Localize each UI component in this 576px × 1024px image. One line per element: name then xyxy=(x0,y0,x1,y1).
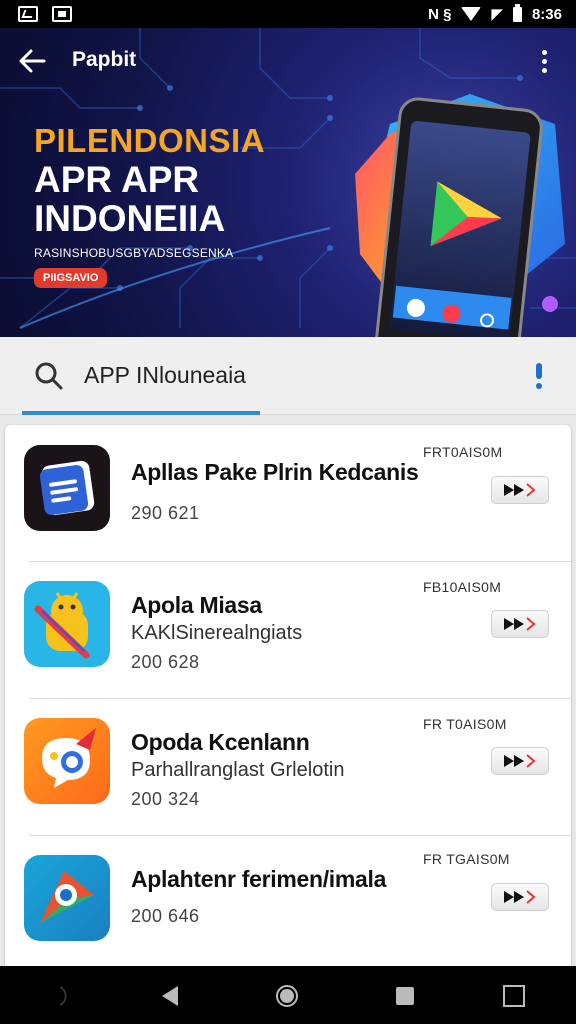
back-arrow-icon[interactable] xyxy=(18,48,46,74)
search-bar[interactable]: APP INlouneaia xyxy=(0,337,576,415)
hero-headline-2: APR APR xyxy=(34,159,200,200)
status-bar: N § ◤ 8:36 xyxy=(0,0,576,28)
back-icon[interactable] xyxy=(158,984,182,1008)
open-button[interactable] xyxy=(491,747,549,775)
app-name: Apllas Pake Plrin Kedcanis xyxy=(131,459,419,485)
app-tag: FB10AIS0M xyxy=(423,579,502,595)
system-nav-bar xyxy=(0,966,576,1024)
app-meta: 200 628 xyxy=(131,652,200,672)
list-item[interactable]: Apola Miasa KAKlSinerealngiats 200 628 F… xyxy=(5,562,571,699)
app-list: Apllas Pake Plrin Kedcanis 290 621 FRT0A… xyxy=(5,425,571,970)
fast-forward-icon xyxy=(504,617,536,631)
fast-forward-icon xyxy=(504,890,536,904)
app-subtitle: Parhallranglast Grlelotin xyxy=(131,759,345,781)
list-item[interactable]: Opoda Kcenlann Parhallranglast Grlelotin… xyxy=(5,699,571,836)
list-item[interactable]: Aplahtenr ferimen/imala 200 646 FR TGAIS… xyxy=(5,836,571,970)
app-name: Aplahtenr ferimen/imala xyxy=(131,866,387,892)
list-item[interactable]: Apllas Pake Plrin Kedcanis 290 621 FRT0A… xyxy=(5,425,571,562)
recents-icon[interactable] xyxy=(393,984,417,1008)
search-icon[interactable] xyxy=(34,361,64,391)
hero-badge[interactable]: PIIGSAVIO xyxy=(34,268,108,288)
hero-subtext: RASINSHOBUSGBYADSEGSENKA xyxy=(34,246,234,260)
android-app-icon xyxy=(24,581,110,667)
compass-app-icon xyxy=(24,855,110,941)
fast-forward-icon xyxy=(504,754,536,768)
open-button[interactable] xyxy=(491,476,549,504)
home-icon[interactable] xyxy=(275,984,299,1008)
signal-icon: ◤ xyxy=(491,6,503,23)
screenshot-icon[interactable] xyxy=(502,984,526,1008)
open-button[interactable] xyxy=(491,610,549,638)
status-right: N § ◤ 8:36 xyxy=(428,3,562,23)
app-name: Apola Miasa xyxy=(131,592,262,618)
app-meta: 290 621 xyxy=(131,503,200,523)
phone-illustration xyxy=(355,94,565,337)
chat-app-icon xyxy=(24,718,110,804)
app-subtitle: KAKlSinerealngiats xyxy=(131,622,303,644)
app-tag: FRT0AIS0M xyxy=(423,444,503,460)
app-tag: FR T0AIS0M xyxy=(423,716,507,732)
wifi-icon xyxy=(461,7,482,21)
fast-forward-icon xyxy=(504,483,536,497)
notification-icon xyxy=(18,6,38,22)
voice-search-icon[interactable] xyxy=(532,361,546,391)
app-meta: 200 646 xyxy=(131,906,200,926)
search-input[interactable]: APP INlouneaia xyxy=(84,362,246,389)
assistant-icon[interactable] xyxy=(52,984,76,1008)
app-name: Opoda Kcenlann xyxy=(131,729,310,755)
document-app-icon xyxy=(24,445,110,531)
active-tab-indicator xyxy=(22,411,260,415)
hero-text: PILENDONSIA APR APR INDONEIIA RASINSHOBU… xyxy=(34,122,265,288)
app-tag: FR TGAIS0M xyxy=(423,851,510,867)
notification-icon xyxy=(52,6,72,22)
hero-headline-1: PILENDONSIA xyxy=(34,122,266,159)
status-glyphs: N § xyxy=(428,5,452,23)
hero-banner: Papbit PILENDONSIA APR APR INDONEIIA RAS… xyxy=(0,28,576,337)
status-left xyxy=(18,6,72,22)
battery-icon xyxy=(512,3,522,22)
status-time: 8:36 xyxy=(531,5,562,23)
hero-headline-3: INDONEIIA xyxy=(34,198,226,239)
page-title: Papbit xyxy=(72,48,137,71)
app-meta: 200 324 xyxy=(131,789,200,809)
open-button[interactable] xyxy=(491,883,549,911)
